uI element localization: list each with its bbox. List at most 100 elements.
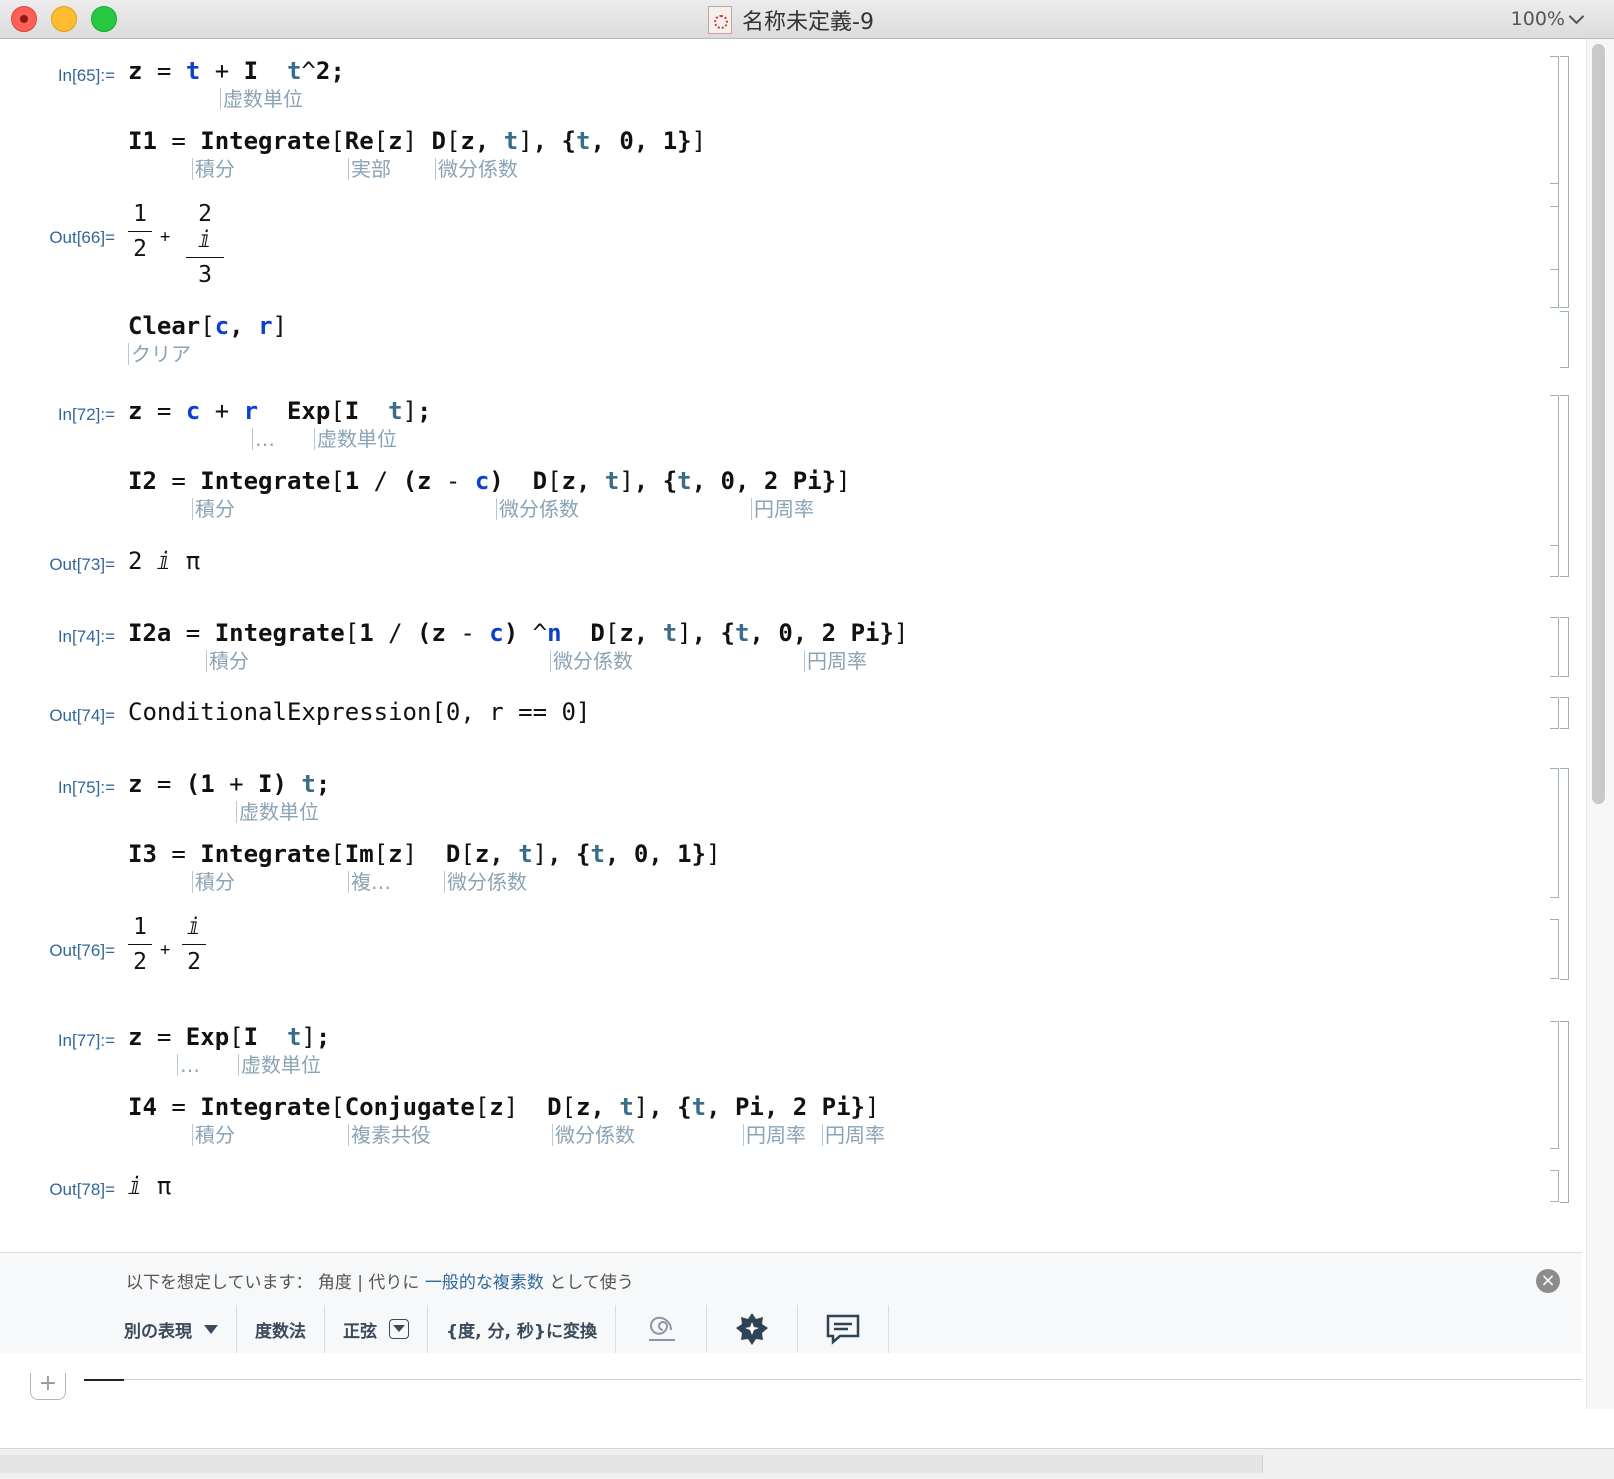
vertical-scrollbar-thumb[interactable]	[1592, 44, 1605, 804]
cell-bracket[interactable]	[1550, 617, 1559, 677]
fraction-numerator: ⅈ	[182, 914, 206, 945]
cell-bracket[interactable]	[1550, 697, 1559, 729]
hint-imaginary-unit: 虚数単位	[238, 1054, 321, 1076]
alternate-forms-button[interactable]: 別の表現	[0, 1305, 237, 1353]
hint-complex-trunc: 複…	[348, 871, 391, 893]
hint-derivative: 微分係数	[552, 1124, 635, 1146]
hint-conjugate: 複素共役	[348, 1124, 431, 1146]
add-cell-plus-icon[interactable]: +	[30, 1373, 66, 1400]
assumption-suffix: として使う	[543, 1273, 634, 1293]
cell-group-bracket[interactable]	[1560, 617, 1569, 677]
hint-pi: 円周率	[743, 1124, 806, 1146]
input-line-I1[interactable]: I1 = Integrate[Re[z] D[z, t], {t, 0, 1}]	[128, 127, 706, 155]
sine-button[interactable]: 正弦	[325, 1305, 428, 1353]
hint-ellipsis: …	[252, 428, 275, 450]
cell-bracket[interactable]	[1550, 768, 1559, 898]
output-value-out74: ConditionalExpression[0, r == 0]	[128, 698, 591, 726]
hint-derivative: 微分係数	[550, 650, 633, 672]
hint-real-part: 実部	[348, 158, 391, 180]
hint-integrate: 積分	[192, 871, 235, 893]
fraction-numerator: 1	[128, 914, 152, 945]
cell-group-bracket[interactable]	[1560, 1021, 1569, 1203]
notebook-area[interactable]: In[65]:= z = t + I t^2; 虚数単位 I1 = Integr…	[0, 39, 1582, 1251]
input-line-z-exp[interactable]: z = Exp[I t];	[128, 1023, 330, 1051]
sine-label: 正弦	[343, 1321, 377, 1342]
fraction-numerator: 1	[128, 201, 152, 232]
input-divider	[124, 1379, 1582, 1380]
hint-imaginary-unit: 虚数単位	[220, 88, 303, 110]
fraction-denominator: 3	[198, 262, 212, 288]
horizontal-scrollbar-thumb[interactable]	[0, 1455, 1263, 1473]
fraction-denominator: 2	[187, 949, 201, 975]
hint-imaginary-unit: 虚数単位	[314, 428, 397, 450]
hint-imaginary-unit: 虚数単位	[236, 801, 319, 823]
input-line-I3[interactable]: I3 = Integrate[Im[z] D[z, t], {t, 0, 1}]	[128, 840, 721, 868]
degrees-label: 度数法	[255, 1321, 306, 1342]
hint-pi: 円周率	[822, 1124, 885, 1146]
cell-label-in74: In[74]:=	[57, 627, 115, 646]
cell-bracket[interactable]	[1550, 919, 1559, 979]
cell-bracket[interactable]	[1550, 206, 1559, 270]
notebook-document-icon	[708, 6, 732, 34]
minimize-window-button[interactable]	[51, 6, 77, 32]
cell-bracket[interactable]	[1550, 56, 1559, 184]
spiral-icon[interactable]	[616, 1305, 707, 1353]
cell-bracket[interactable]	[1550, 545, 1559, 577]
assumption-text: 以下を想定しています： 角度 | 代りに 一般的な複素数 として使う	[126, 1268, 634, 1293]
input-line-I4[interactable]: I4 = Integrate[Conjugate[z] D[z, t], {t,…	[128, 1093, 879, 1121]
cell-label-out73: Out[73]=	[49, 555, 115, 574]
output-value-out73: 2 ⅈ π	[128, 547, 201, 575]
chevron-down-icon	[1568, 8, 1585, 25]
hint-integrate: 積分	[192, 158, 235, 180]
hint-clear: クリア	[128, 343, 191, 365]
zoom-menu[interactable]: 100%	[1510, 8, 1585, 30]
input-line-I2a[interactable]: I2a = Integrate[1 / (z - c) ^n D[z, t], …	[128, 619, 908, 647]
assumption-link[interactable]: 一般的な複素数	[425, 1273, 544, 1293]
window-titlebar: 名称未定義-9 100%	[0, 0, 1614, 39]
cell-bracket[interactable]	[1550, 1021, 1559, 1149]
zoom-level: 100%	[1510, 8, 1565, 30]
new-cell-area[interactable]: +	[0, 1353, 1582, 1447]
alternate-forms-label: 別の表現	[124, 1321, 192, 1342]
hint-pi: 円周率	[804, 650, 867, 672]
chat-icon[interactable]	[798, 1305, 889, 1353]
fraction-denominator: 2	[133, 949, 147, 975]
cell-label-in65: In[65]:=	[57, 66, 115, 85]
cell-bracket[interactable]	[1560, 311, 1569, 368]
input-line-z-def[interactable]: z = t + I t^2;	[128, 57, 345, 85]
cell-group-bracket[interactable]	[1560, 395, 1569, 577]
cell-label-in75: In[75]:=	[57, 778, 115, 797]
close-window-button[interactable]	[11, 6, 37, 32]
close-suggestions-icon[interactable]: ×	[1536, 1269, 1560, 1293]
cell-group-bracket[interactable]	[1560, 697, 1569, 729]
insertion-cursor	[84, 1379, 124, 1381]
dropdown-box-icon	[389, 1319, 409, 1339]
dms-convert-button[interactable]: {度, 分, 秒}に変換	[428, 1305, 616, 1353]
cell-bracket[interactable]	[1550, 1170, 1559, 1202]
cell-group-bracket[interactable]	[1560, 56, 1569, 308]
hint-integrate: 積分	[192, 498, 235, 520]
zoom-window-button[interactable]	[91, 6, 117, 32]
input-line-z-circle[interactable]: z = c + r Exp[I t];	[128, 397, 432, 425]
input-line-z-line[interactable]: z = (1 + I) t;	[128, 770, 330, 798]
gear-badge-icon[interactable]	[707, 1305, 798, 1353]
cell-label-in77: In[77]:=	[57, 1031, 115, 1050]
input-line-I2[interactable]: I2 = Integrate[1 / (z - c) D[z, t], {t, …	[128, 467, 851, 495]
hint-integrate: 積分	[206, 650, 249, 672]
suggestion-toolbar: 別の表現 度数法 正弦 {度, 分, 秒}に変換	[0, 1305, 889, 1353]
input-line-clear[interactable]: Clear[c, r]	[128, 312, 287, 340]
dms-convert-label: {度, 分, 秒}に変換	[446, 1321, 597, 1342]
cell-label-out76: Out[76]=	[49, 941, 115, 960]
fraction-denominator: 2	[133, 236, 147, 262]
window-title: 名称未定義-9	[742, 10, 874, 35]
hint-pi: 円周率	[751, 498, 814, 520]
suggestions-bar: 以下を想定しています： 角度 | 代りに 一般的な複素数 として使う × 別の表…	[0, 1252, 1582, 1354]
hint-ellipsis: …	[177, 1054, 200, 1076]
title-group: 名称未定義-9	[708, 4, 874, 36]
triangle-down-icon	[204, 1324, 218, 1334]
cell-group-bracket[interactable]	[1560, 768, 1569, 980]
hint-integrate: 積分	[192, 1124, 235, 1146]
horizontal-scroll-track[interactable]	[0, 1448, 1614, 1479]
cell-label-in72: In[72]:=	[57, 405, 115, 424]
degrees-button[interactable]: 度数法	[237, 1305, 325, 1353]
